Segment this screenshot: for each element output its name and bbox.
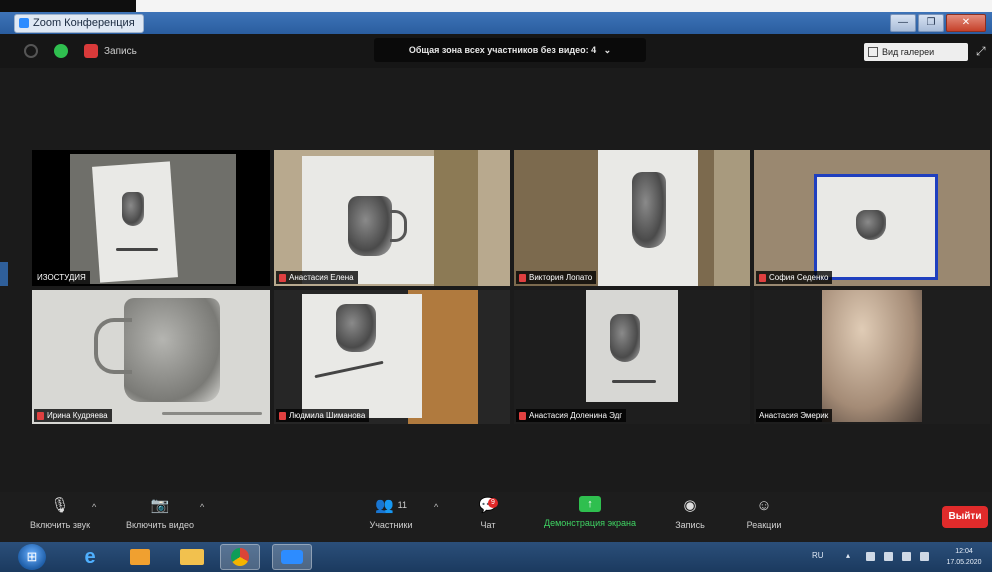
chrome-icon[interactable] <box>220 544 260 570</box>
start-button[interactable]: ⊞ <box>18 544 46 570</box>
participant-name: Людмила Шиманова <box>276 409 370 422</box>
ie-icon[interactable]: e <box>70 544 110 570</box>
participant-name: Анастасия Доленина Эдг <box>516 409 627 422</box>
shield-icon[interactable] <box>54 44 68 58</box>
cup-drawing <box>348 196 392 256</box>
share-screen-button[interactable]: ↑ Демонстрация экрана <box>530 496 650 528</box>
cup-drawing <box>336 304 376 352</box>
participants-icon: 👥 11 <box>374 497 408 514</box>
mic-muted-icon <box>279 411 286 420</box>
volume-icon[interactable] <box>920 552 929 561</box>
window-controls: — ❐ ✕ <box>890 14 986 32</box>
side-tab[interactable] <box>0 262 8 286</box>
network-icon[interactable] <box>902 552 911 561</box>
grid-icon <box>868 47 878 57</box>
mic-muted-icon <box>279 273 286 282</box>
meeting-top-bar: Запись Общая зона всех участников без ви… <box>0 34 992 68</box>
participant-name: ИЗОСТУДИЯ <box>34 271 90 284</box>
monitor-icon[interactable] <box>884 552 893 561</box>
chevron-up-icon[interactable]: ^ <box>434 502 438 512</box>
video-tile[interactable]: София Седенко <box>754 150 990 286</box>
fullscreen-icon[interactable]: ⤢ <box>976 44 988 58</box>
video-tile[interactable]: Ирина Кудряева <box>32 290 270 424</box>
video-tile[interactable]: ИЗОСТУДИЯ <box>32 150 270 286</box>
record-button[interactable]: ◉ Запись <box>670 496 710 530</box>
windows-taskbar: ⊞ e RU ▴ 12:04 17.05.2020 <box>0 542 992 572</box>
mic-muted-icon <box>37 411 44 420</box>
cup-drawing <box>856 210 886 240</box>
video-tile[interactable]: Виктория Лопато <box>514 150 750 286</box>
view-mode-button[interactable]: Вид галереи <box>864 43 968 61</box>
record-icon: ◉ <box>683 497 697 514</box>
zoom-app-icon <box>19 18 29 28</box>
minimize-button[interactable]: — <box>890 14 916 32</box>
cup-drawing <box>632 172 666 248</box>
meeting-toolbar: 🎙 Включить звук ^ 📷 Включить видео ^ 👥 11… <box>0 492 992 542</box>
smiley-icon: ☺ <box>756 496 772 514</box>
chat-badge: 9 <box>488 498 498 508</box>
start-video-button[interactable]: 📷 Включить видео <box>114 496 206 530</box>
info-icon[interactable] <box>24 44 38 58</box>
participant-name: Ирина Кудряева <box>34 409 112 422</box>
screen-top-strip <box>0 0 992 12</box>
participant-name: Анастасия Елена <box>276 271 358 284</box>
record-icon <box>84 44 98 58</box>
end-meeting-button[interactable]: Выйти <box>942 506 988 528</box>
video-tile[interactable]: Людмила Шиманова <box>274 290 510 424</box>
language-indicator[interactable]: RU <box>812 551 824 560</box>
participants-banner[interactable]: Общая зона всех участников без видео: 4 … <box>374 38 646 62</box>
cup-drawing <box>122 192 144 226</box>
media-player-icon[interactable] <box>120 544 160 570</box>
zoom-taskbar-icon[interactable] <box>272 544 312 570</box>
system-clock[interactable]: 12:04 17.05.2020 <box>942 546 986 568</box>
folder-icon[interactable] <box>172 544 212 570</box>
flag-icon[interactable] <box>866 552 875 561</box>
mic-off-icon: 🎙 <box>50 497 70 514</box>
unmute-button[interactable]: 🎙 Включить звук <box>22 496 98 530</box>
participant-name: София Седенко <box>756 271 833 284</box>
chevron-down-icon: ⌄ <box>598 45 612 55</box>
chevron-up-icon[interactable]: ^ <box>200 502 204 512</box>
mic-muted-icon <box>519 273 526 282</box>
video-tile[interactable]: Анастасия Эмерик <box>754 290 990 424</box>
video-off-icon: 📷 <box>150 497 170 514</box>
share-screen-icon: ↑ <box>579 496 601 512</box>
window-titlebar[interactable]: Zoom Конференция — ❐ ✕ <box>0 12 992 34</box>
participants-button[interactable]: 👥 11 Участники <box>360 496 422 530</box>
tray-expand-icon[interactable]: ▴ <box>846 551 850 560</box>
window-title: Zoom Конференция <box>14 14 144 33</box>
cup-drawing <box>124 298 220 402</box>
cup-drawing <box>610 314 640 362</box>
chat-button[interactable]: 💬 9 Чат <box>474 496 502 530</box>
participant-name: Анастасия Эмерик <box>756 409 833 422</box>
video-tile[interactable]: Анастасия Елена <box>274 150 510 286</box>
participant-name: Виктория Лопато <box>516 271 597 284</box>
close-button[interactable]: ✕ <box>946 14 986 32</box>
reactions-button[interactable]: ☺ Реакции <box>740 496 788 531</box>
mic-muted-icon <box>759 273 766 282</box>
mic-muted-icon <box>519 411 526 420</box>
record-label: Запись <box>104 46 137 57</box>
chevron-up-icon[interactable]: ^ <box>92 502 96 512</box>
maximize-button[interactable]: ❐ <box>918 14 944 32</box>
video-tile[interactable]: Анастасия Доленина Эдг <box>514 290 750 424</box>
